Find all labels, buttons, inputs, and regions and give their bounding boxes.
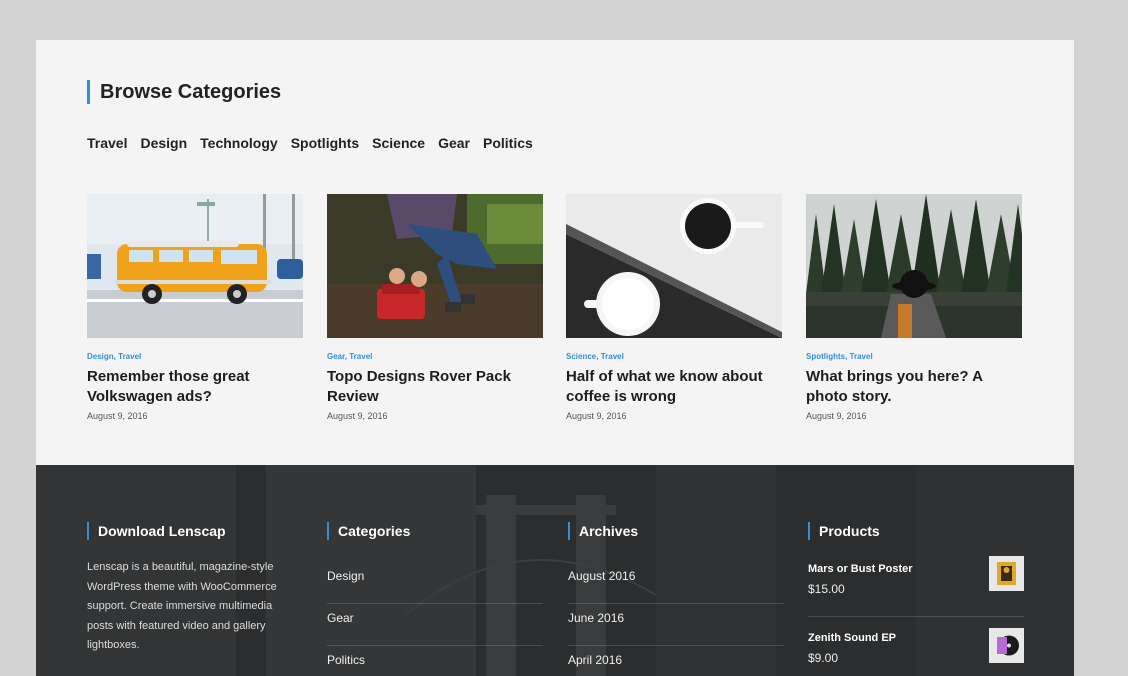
section-title: Browse Categories xyxy=(87,80,281,104)
post-date: August 9, 2016 xyxy=(87,411,148,421)
category-link-science[interactable]: Science xyxy=(372,135,425,151)
category-link-gear[interactable]: Gear xyxy=(438,135,470,151)
post-title[interactable]: Remember those great Volkswagen ads? xyxy=(87,367,303,407)
post-categories[interactable]: Design, Travel xyxy=(87,352,303,361)
post-card: Design, Travel Remember those great Volk… xyxy=(87,194,303,421)
footer-archive-link[interactable]: August 2016 xyxy=(568,562,784,604)
post-card: Gear, Travel Topo Designs Rover Pack Rev… xyxy=(327,194,543,421)
post-date: August 9, 2016 xyxy=(566,411,627,421)
coffee-cups-photo[interactable] xyxy=(566,194,782,338)
yellow-van-photo[interactable] xyxy=(87,194,303,338)
product-name[interactable]: Mars or Bust Poster xyxy=(808,563,913,575)
footer-heading: Products xyxy=(808,522,1024,540)
post-card: Spotlights, Travel What brings you here?… xyxy=(806,194,1022,421)
post-title[interactable]: Half of what we know about coffee is wro… xyxy=(566,367,782,407)
footer-categories-column: Categories Design Gear Politics xyxy=(327,522,543,676)
post-date: August 9, 2016 xyxy=(327,411,388,421)
post-date: August 9, 2016 xyxy=(806,411,867,421)
forest-lake-photo[interactable] xyxy=(806,194,1022,338)
category-link-technology[interactable]: Technology xyxy=(200,135,278,151)
footer-archive-link[interactable]: June 2016 xyxy=(568,604,784,646)
footer-category-link[interactable]: Gear xyxy=(327,604,543,646)
poster-thumbnail[interactable] xyxy=(989,556,1024,591)
vinyl-record-thumbnail[interactable] xyxy=(989,628,1024,663)
post-title[interactable]: What brings you here? A photo story. xyxy=(806,367,1022,407)
post-categories[interactable]: Science, Travel xyxy=(566,352,782,361)
product-name[interactable]: Zenith Sound EP xyxy=(808,632,896,644)
post-categories[interactable]: Gear, Travel xyxy=(327,352,543,361)
category-link-politics[interactable]: Politics xyxy=(483,135,533,151)
footer-heading: Archives xyxy=(568,522,784,540)
post-card: Science, Travel Half of what we know abo… xyxy=(566,194,782,421)
site-footer: Download Lenscap Lenscap is a beautiful,… xyxy=(36,465,1074,676)
footer-heading: Categories xyxy=(327,522,543,540)
category-link-design[interactable]: Design xyxy=(140,135,187,151)
footer-heading: Download Lenscap xyxy=(87,522,292,540)
product-item[interactable]: Zenith Sound EP $9.00 xyxy=(808,617,1024,676)
footer-about-column: Download Lenscap Lenscap is a beautiful,… xyxy=(87,522,292,656)
browse-categories-section: Browse Categories Travel Design Technolo… xyxy=(36,40,1074,465)
page-frame: Browse Categories Travel Design Technolo… xyxy=(36,40,1074,676)
footer-category-link[interactable]: Politics xyxy=(327,646,543,676)
product-item[interactable]: Mars or Bust Poster $15.00 xyxy=(808,556,1024,617)
footer-archive-link[interactable]: April 2016 xyxy=(568,646,784,676)
category-nav: Travel Design Technology Spotlights Scie… xyxy=(87,135,533,151)
post-title[interactable]: Topo Designs Rover Pack Review xyxy=(327,367,543,407)
footer-archives-column: Archives August 2016 June 2016 April 201… xyxy=(568,522,784,676)
hiker-backpack-photo[interactable] xyxy=(327,194,543,338)
footer-about-text: Lenscap is a beautiful, magazine-style W… xyxy=(87,561,277,651)
product-price: $15.00 xyxy=(808,582,845,596)
post-categories[interactable]: Spotlights, Travel xyxy=(806,352,1022,361)
product-price: $9.00 xyxy=(808,651,839,665)
category-link-travel[interactable]: Travel xyxy=(87,135,127,151)
footer-products-column: Products Mars or Bust Poster $15.00 Zeni… xyxy=(808,522,1024,676)
category-link-spotlights[interactable]: Spotlights xyxy=(291,135,359,151)
footer-category-link[interactable]: Design xyxy=(327,562,543,604)
